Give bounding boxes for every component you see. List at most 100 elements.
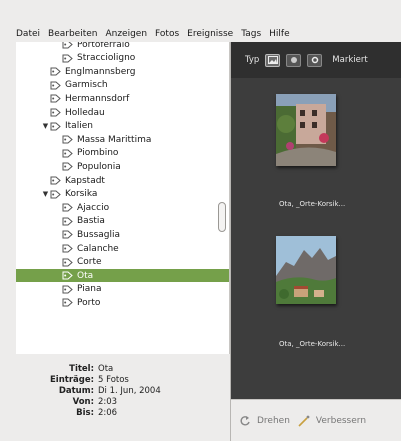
tag-icon	[62, 217, 73, 226]
rotate-button[interactable]: Drehen	[239, 415, 290, 427]
info-key: Titel:	[69, 364, 94, 374]
tree-item-label: Porto	[77, 297, 101, 308]
type-label: Typ	[245, 55, 260, 65]
tree-item[interactable]: Bastia	[16, 215, 216, 228]
tag-icon	[62, 258, 73, 267]
tree-item[interactable]: Bussaglia	[16, 228, 216, 241]
enhance-button[interactable]: Verbessern	[298, 415, 366, 427]
tree-item-label: Bussaglia	[77, 229, 121, 240]
tree-item-label: Hermannsdorf	[65, 93, 130, 104]
shotwell-window: Datei Bearbeiten Anzeigen Fotos Ereignis…	[0, 0, 401, 441]
photo-thumbnail[interactable]	[276, 94, 336, 166]
tree-item-label: Portoferraio	[77, 42, 130, 50]
tree-item[interactable]: Massa Marittima	[16, 133, 216, 146]
menu-hilfe[interactable]: Hilfe	[265, 29, 293, 39]
filter-videos-button[interactable]	[286, 53, 302, 67]
tag-icon	[50, 81, 61, 90]
info-value: Ota	[98, 364, 114, 374]
tag-icon	[62, 298, 73, 307]
tree-item[interactable]: Holledau	[16, 106, 216, 119]
tree-item[interactable]: Kapstadt	[16, 174, 216, 187]
menu-bearbeiten[interactable]: Bearbeiten	[44, 29, 101, 39]
tree-item[interactable]: Portoferraio	[16, 42, 216, 51]
filter-photos-button[interactable]	[265, 53, 281, 67]
tree-item[interactable]: Populonia	[16, 160, 216, 173]
tag-icon	[62, 285, 73, 294]
tree-item[interactable]: Ota	[16, 269, 229, 283]
magic-wand-icon	[298, 415, 310, 427]
menubar: Datei Bearbeiten Anzeigen Fotos Ereignis…	[14, 26, 401, 42]
menu-fotos[interactable]: Fotos	[151, 29, 183, 39]
tree-item-label: Kapstadt	[65, 175, 105, 186]
expander-arrow-icon[interactable]: ▼	[41, 122, 50, 130]
tree-item[interactable]: Porto	[16, 296, 216, 309]
menu-anzeigen[interactable]: Anzeigen	[101, 29, 151, 39]
photo-ota-mountains	[276, 236, 336, 304]
raw-icon	[311, 56, 319, 64]
tree-item-label: Straccioligno	[77, 53, 136, 64]
tree-item[interactable]: ▼ Italien	[16, 120, 216, 133]
tree-item[interactable]: Garmisch	[16, 79, 216, 92]
info-key: Von:	[72, 397, 94, 407]
info-key: Datum:	[58, 386, 94, 396]
info-value: Di 1. Jun, 2004	[98, 386, 161, 396]
menu-datei[interactable]: Datei	[14, 29, 44, 39]
tag-tree: Portoferraio Straccioligno Englmannsberg Ga…	[16, 42, 230, 354]
tag-icon	[62, 42, 73, 49]
tag-icon	[62, 244, 73, 253]
tag-icon	[50, 190, 61, 199]
tag-icon	[62, 162, 73, 171]
tree-scrollbar[interactable]	[218, 202, 226, 232]
thumbnail-caption: Ota, _Orte-Korsik...	[279, 340, 346, 348]
info-row-title: Titel: Ota	[16, 364, 113, 375]
tree-item[interactable]: Straccioligno	[16, 52, 216, 65]
tree-item[interactable]: Calanche	[16, 242, 216, 255]
tree-item-label: Korsika	[65, 189, 98, 200]
tree-item-label: Garmisch	[65, 80, 108, 91]
rotate-icon	[240, 415, 250, 426]
info-value: 2:03	[98, 397, 118, 407]
info-panel: Titel: Ota Einträge: 5 Fotos Datum: Di 1…	[16, 358, 230, 441]
info-value: 2:06	[98, 408, 118, 418]
viewer-toolbar: Typ Markiert	[231, 42, 401, 78]
photo-thumbnail[interactable]	[276, 236, 336, 304]
tag-icon	[62, 203, 73, 212]
tree-item[interactable]: Corte	[16, 256, 216, 269]
tree-item-label: Ota	[77, 270, 94, 281]
tree-item[interactable]: Ajaccio	[16, 201, 216, 214]
tree-item-label: Corte	[77, 257, 102, 268]
photo-ota-village	[276, 94, 336, 166]
filter-raw-button[interactable]	[307, 53, 323, 67]
tag-icon	[50, 176, 61, 185]
info-key: Bis:	[76, 408, 94, 418]
marked-label[interactable]: Markiert	[332, 55, 367, 65]
video-icon	[290, 57, 297, 63]
tree-item-label: Holledau	[65, 107, 105, 118]
tag-icon	[50, 67, 61, 76]
tree-item[interactable]: Piana	[16, 283, 216, 296]
tag-icon	[50, 94, 61, 103]
menu-ereignisse[interactable]: Ereignisse	[183, 29, 237, 39]
enhance-label: Verbessern	[315, 415, 367, 426]
menu-tags[interactable]: Tags	[237, 29, 265, 39]
tree-item-label: Populonia	[77, 161, 121, 172]
tree-item[interactable]: Englmannsberg	[16, 65, 216, 78]
tree-item[interactable]: ▼ Korsika	[16, 188, 216, 201]
tree-item-label: Englmannsberg	[65, 66, 136, 77]
tree-item[interactable]: Piombino	[16, 147, 216, 160]
tree-item-label: Ajaccio	[77, 202, 110, 213]
expander-arrow-icon[interactable]: ▼	[41, 190, 50, 198]
tree-item-label: Italien	[65, 121, 93, 132]
thumbnail-caption: Ota, _Orte-Korsik...	[279, 200, 346, 208]
tree-item-label: Calanche	[77, 243, 119, 254]
bottom-toolbar: Drehen Verbessern	[231, 399, 401, 441]
tree-item-label: Piombino	[77, 148, 119, 159]
info-row-from: Von: 2:03	[16, 397, 118, 408]
photo-icon	[267, 56, 278, 64]
info-row-date: Datum: Di 1. Jun, 2004	[16, 386, 161, 397]
info-row-to: Bis: 2:06	[16, 408, 117, 419]
info-value: 5 Fotos	[98, 375, 129, 385]
tag-icon	[50, 122, 61, 131]
tree-item[interactable]: Hermannsdorf	[16, 92, 216, 105]
tree-item-label: Piana	[77, 284, 102, 295]
